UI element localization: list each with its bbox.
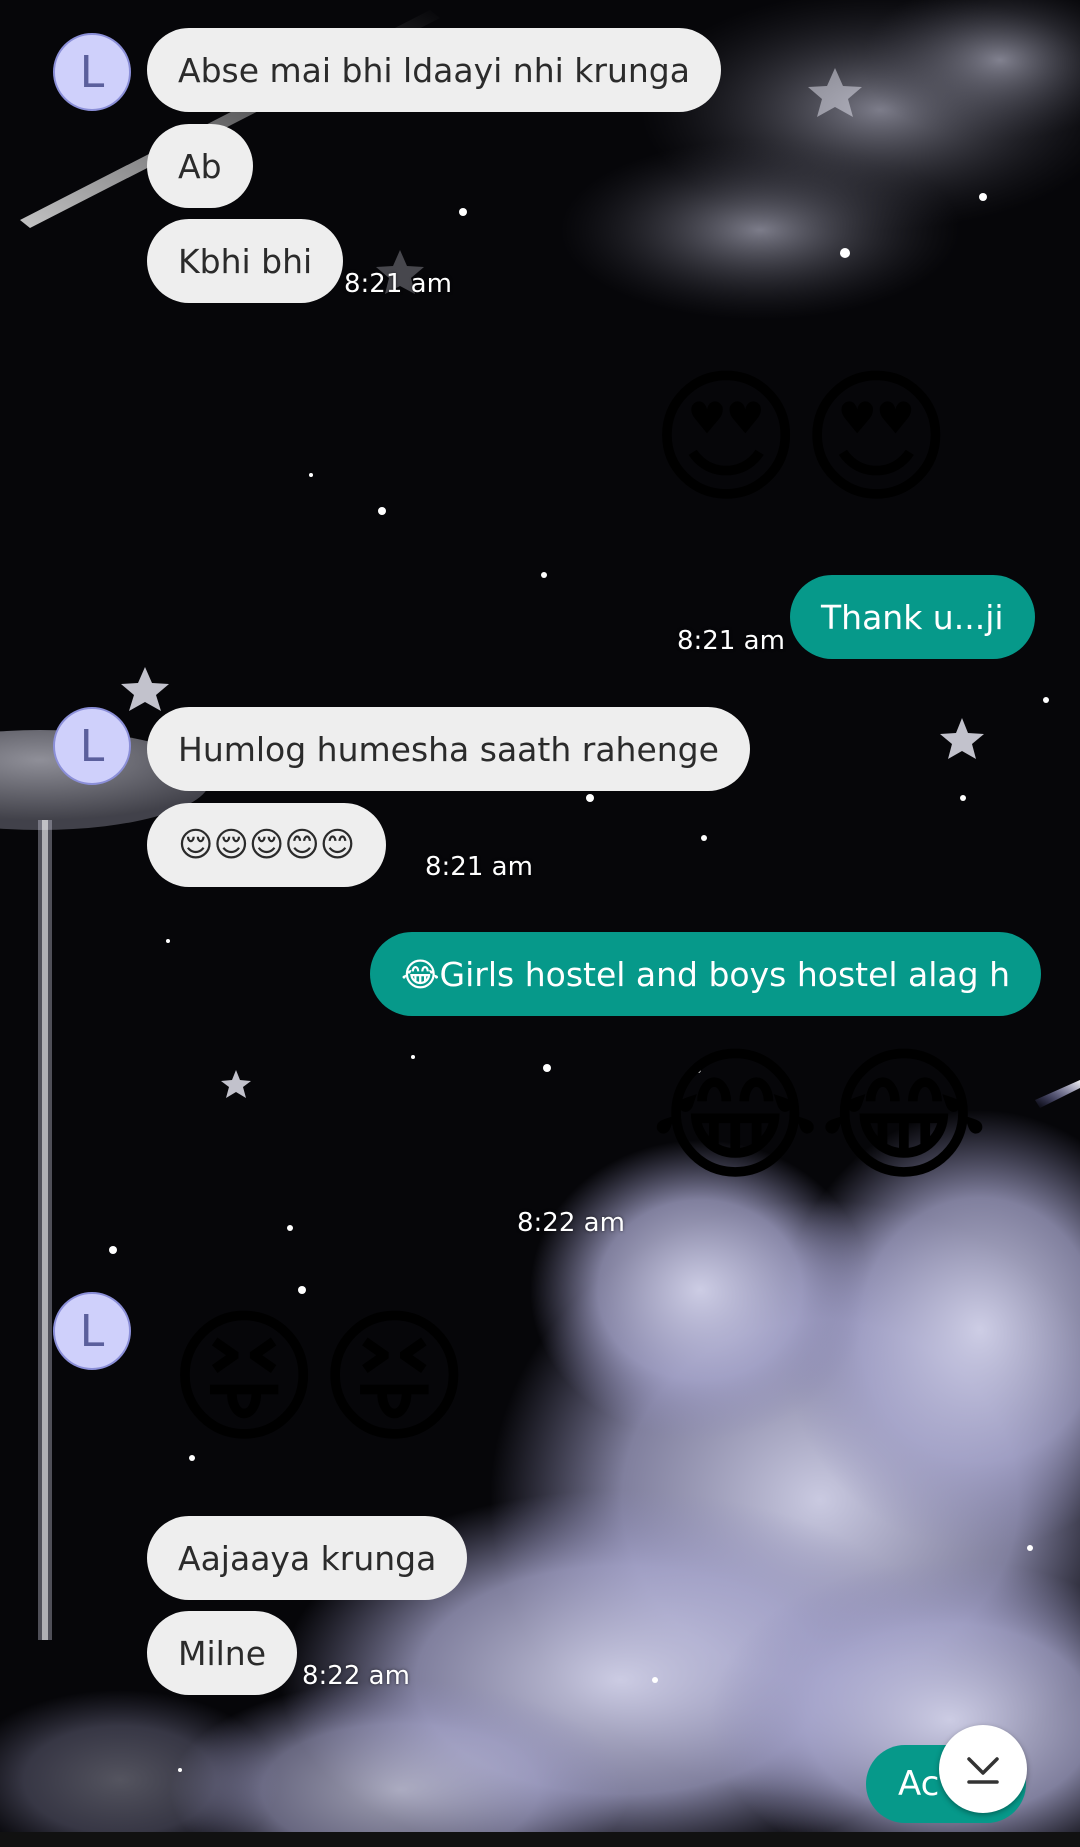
incoming-message[interactable]: Ab	[147, 124, 253, 208]
incoming-message[interactable]: Aajaaya krunga	[147, 1516, 468, 1600]
message-text: Thank u...ji	[821, 597, 1004, 637]
incoming-emoji-message[interactable]: 😝😝	[168, 1305, 470, 1451]
message-text: 😌😌😌😊😊	[178, 825, 356, 865]
message-text: Kbhi bhi	[178, 241, 313, 281]
incoming-message[interactable]: 😌😌😌😊😊	[147, 803, 387, 887]
incoming-message[interactable]: Humlog humesha saath rahenge	[147, 707, 750, 791]
outgoing-emoji-message[interactable]: 😍😍	[650, 365, 952, 511]
contact-avatar[interactable]: L	[53, 1292, 131, 1370]
chevron-down-to-line-icon	[967, 1757, 999, 1784]
message-text: Milne	[178, 1633, 267, 1673]
message-text: Humlog humesha saath rahenge	[178, 729, 719, 769]
incoming-message[interactable]: Milne	[147, 1611, 298, 1695]
message-timestamp: 8:21 am	[344, 269, 452, 299]
message-timestamp: 8:22 am	[302, 1661, 410, 1691]
message-text: Ab	[178, 146, 222, 186]
avatar-letter: L	[79, 720, 105, 772]
outgoing-message[interactable]: 😂Girls hostel and boys hostel alag h	[370, 932, 1042, 1016]
message-timestamp: 8:22 am	[517, 1208, 625, 1238]
system-nav-bar	[0, 1832, 1080, 1847]
message-text: Abse mai bhi ldaayi nhi krunga	[178, 50, 690, 90]
contact-avatar[interactable]: L	[53, 33, 131, 111]
message-text: Aajaaya krunga	[178, 1538, 437, 1578]
contact-avatar[interactable]: L	[53, 707, 131, 785]
avatar-letter: L	[79, 46, 105, 98]
scroll-to-bottom-button[interactable]	[939, 1725, 1027, 1813]
avatar-letter: L	[79, 1305, 105, 1357]
compose-action-label: Ac	[898, 1764, 940, 1804]
message-timestamp: 8:21 am	[425, 852, 533, 882]
message-text: 😂Girls hostel and boys hostel alag h	[401, 954, 1011, 994]
outgoing-message[interactable]: Thank u...ji	[790, 575, 1035, 659]
incoming-message[interactable]: Kbhi bhi	[147, 219, 344, 303]
incoming-message[interactable]: Abse mai bhi ldaayi nhi krunga	[147, 28, 721, 112]
message-timestamp: 8:21 am	[677, 626, 785, 656]
outgoing-emoji-message[interactable]: 😂😂	[650, 1043, 989, 1189]
